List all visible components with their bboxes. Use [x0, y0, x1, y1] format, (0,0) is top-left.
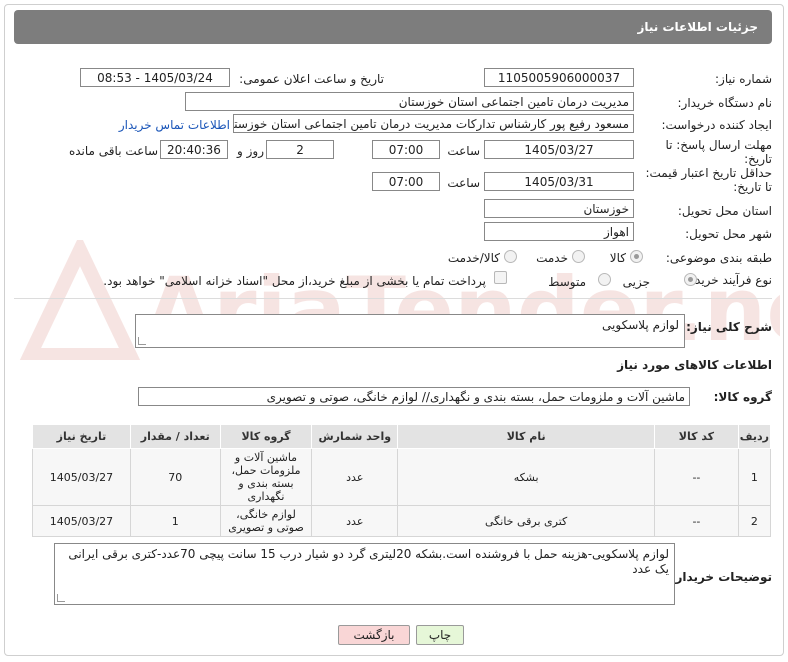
col-code-header: کد کالا — [654, 424, 739, 449]
category-service-radio[interactable] — [572, 250, 585, 263]
process-minor-label: جزیی — [622, 275, 650, 289]
cell-unit: عدد — [311, 505, 399, 537]
cell-qty: 70 — [129, 448, 221, 506]
goods-table: ردیف کد کالا نام کالا واحد شمارش گروه کا… — [32, 424, 772, 537]
creator-field: مسعود رفیع پور کارشناس تدارکات مدیریت در… — [233, 114, 634, 133]
validity-time-field: 07:00 — [372, 172, 440, 191]
cell-name: کتری برقی خانگی — [397, 505, 656, 537]
creator-label: ایجاد کننده درخواست: — [661, 118, 772, 132]
summary-text: لوازم پلاسکویی — [602, 318, 679, 332]
deadline-time-field: 07:00 — [372, 140, 440, 159]
resize-grip-icon[interactable] — [138, 337, 146, 345]
table-row[interactable]: 1 -- بشکه عدد ماشین آلات و ملزومات حمل، … — [32, 448, 772, 506]
col-unit-header: واحد شمارش — [311, 424, 399, 449]
goods-group-field: ماشین آلات و ملزومات حمل، بسته بندی و نگ… — [138, 387, 690, 406]
print-button[interactable]: چاپ — [416, 625, 464, 645]
cell-row: 2 — [737, 505, 772, 537]
deadline-time-label: ساعت — [447, 144, 480, 158]
table-header-row: ردیف کد کالا نام کالا واحد شمارش گروه کا… — [32, 424, 772, 449]
buyer-notes-text: لوازم پلاسکویی-هزینه حمل با فروشنده است.… — [68, 547, 669, 576]
remaining-time-field: 20:40:36 — [160, 140, 228, 159]
goods-group-label: گروه کالا: — [713, 390, 772, 404]
city-field: اهواز — [484, 222, 634, 241]
col-group-header: گروه کالا — [219, 424, 313, 449]
category-goods-label: کالا — [609, 251, 626, 265]
page-title: جزئیات اطلاعات نیاز — [637, 20, 758, 34]
treasury-payment-checkbox[interactable] — [494, 271, 507, 284]
category-goods-radio[interactable] — [630, 250, 643, 263]
deadline-label: مهلت ارسال پاسخ: تا تاریخ: — [665, 138, 772, 166]
deadline-date-field: 1405/03/27 — [484, 140, 634, 159]
cell-date: 1405/03/27 — [32, 505, 131, 537]
cell-group: ماشین آلات و ملزومات حمل، بسته بندی و نگ… — [219, 448, 313, 506]
buyer-notes-textarea[interactable]: لوازم پلاسکویی-هزینه حمل با فروشنده است.… — [54, 543, 675, 605]
buyer-notes-label: توضیحات خریدار: — [670, 570, 772, 584]
validity-label: حداقل تاریخ اعتبار قیمت: تا تاریخ: — [645, 166, 772, 194]
summary-label: شرح کلی نیاز: — [686, 320, 772, 334]
need-number-label: شماره نیاز: — [715, 72, 772, 86]
province-label: استان محل تحویل: — [677, 204, 772, 218]
resize-grip-icon[interactable] — [57, 594, 65, 602]
announce-label: تاریخ و ساعت اعلان عمومی: — [239, 72, 384, 86]
process-minor-radio[interactable] — [684, 273, 697, 286]
category-goods-service-radio[interactable] — [504, 250, 517, 263]
cell-date: 1405/03/27 — [32, 448, 131, 506]
cell-code: -- — [654, 505, 739, 537]
cell-qty: 1 — [129, 505, 221, 537]
category-label: طبقه بندی موضوعی: — [665, 251, 772, 265]
need-number-field: 1105005906000037 — [484, 68, 634, 87]
contact-buyer-link[interactable]: اطلاعات تماس خریدار — [110, 118, 230, 132]
process-medium-radio[interactable] — [598, 273, 611, 286]
buyer-org-label: نام دستگاه خریدار: — [677, 96, 773, 110]
page-header: جزئیات اطلاعات نیاز — [14, 10, 772, 44]
col-date-header: تاریخ نیاز — [32, 424, 131, 449]
validity-date-field: 1405/03/31 — [484, 172, 634, 191]
cell-row: 1 — [737, 448, 772, 506]
back-button[interactable]: بازگشت — [338, 625, 410, 645]
goods-section-title: اطلاعات کالاهای مورد نیاز — [617, 358, 772, 372]
payment-note: پرداخت تمام یا بخشی از مبلغ خرید،از محل … — [103, 274, 486, 288]
days-field: 2 — [266, 140, 334, 159]
days-label: روز و — [237, 144, 264, 158]
col-row-header: ردیف — [737, 424, 772, 449]
divider — [14, 298, 772, 299]
process-medium-label: متوسط — [548, 275, 586, 289]
category-service-label: خدمت — [536, 251, 568, 265]
category-goods-service-label: کالا/خدمت — [447, 251, 500, 265]
buyer-org-field: مدیریت درمان تامین اجتماعی استان خوزستان — [185, 92, 634, 111]
cell-name: بشکه — [397, 448, 656, 506]
announce-field: 1405/03/24 - 08:53 — [80, 68, 230, 87]
validity-time-label: ساعت — [447, 176, 480, 190]
remaining-label: ساعت باقی مانده — [68, 144, 158, 158]
col-name-header: نام کالا — [397, 424, 656, 449]
cell-unit: عدد — [311, 448, 399, 506]
province-field: خوزستان — [484, 199, 634, 218]
col-qty-header: تعداد / مقدار — [129, 424, 221, 449]
cell-code: -- — [654, 448, 739, 506]
summary-textarea[interactable]: لوازم پلاسکویی — [135, 314, 685, 348]
table-row[interactable]: 2 -- کتری برقی خانگی عدد لوازم خانگی، صو… — [32, 505, 772, 537]
cell-group: لوازم خانگی، صوتی و تصویری — [219, 505, 313, 537]
city-label: شهر محل تحویل: — [685, 227, 772, 241]
